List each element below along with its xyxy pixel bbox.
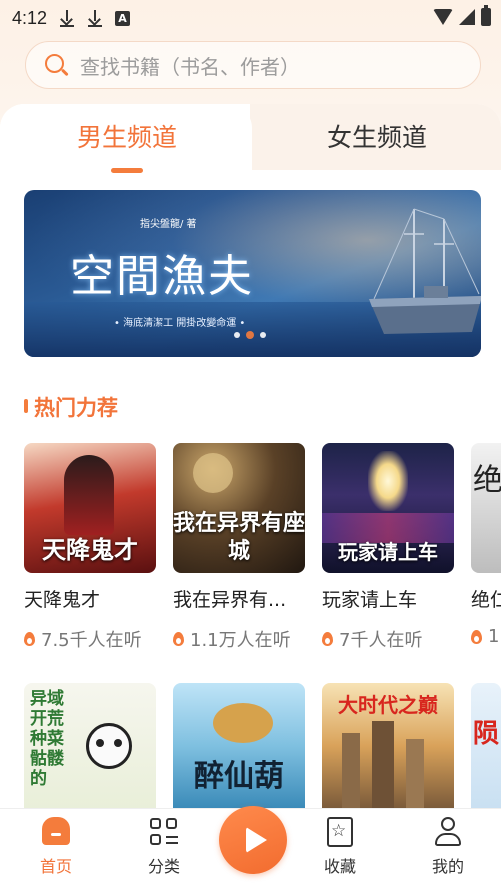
nav-item-category[interactable]: 分类 xyxy=(129,817,199,877)
book-listeners: 1.1万人在听 xyxy=(173,626,305,652)
play-icon xyxy=(246,827,267,853)
listener-count: 7千人在听 xyxy=(339,630,423,651)
battery-icon xyxy=(481,5,491,26)
nav-label: 我的 xyxy=(431,857,464,876)
banner-title: 空間漁夫 xyxy=(70,251,254,302)
nav-item-favorites[interactable]: 收藏 xyxy=(305,817,375,877)
signal-icon xyxy=(459,9,475,25)
cover-title: 异域开荒 种菜骷髅的 xyxy=(30,689,64,789)
book-cover[interactable]: 绝 xyxy=(471,443,501,573)
section-title: 热门力荐 xyxy=(34,396,118,420)
book-cover[interactable]: 大时代之巅 xyxy=(322,683,454,809)
cover-title: 天降鬼才 xyxy=(42,535,138,564)
book-cover[interactable]: 陨 xyxy=(471,683,501,809)
cover-title: 大时代之巅 xyxy=(338,693,438,717)
carousel-dot[interactable] xyxy=(260,332,266,338)
home-icon xyxy=(41,817,71,847)
book-cover[interactable]: 醉仙葫 xyxy=(173,683,305,809)
ship-illustration xyxy=(369,208,481,334)
tab-male-channel[interactable]: 男生频道 xyxy=(2,118,252,154)
book-card[interactable]: 天降鬼才 天降鬼才 7.5千人在听 xyxy=(24,443,156,652)
cover-title: 玩家请上车 xyxy=(338,540,438,564)
book-card[interactable]: 绝 绝仁 1 xyxy=(471,443,501,647)
listener-count: 1.1万人在听 xyxy=(190,630,291,651)
listener-count: 7.5千人在听 xyxy=(41,630,142,651)
book-listeners: 7.5千人在听 xyxy=(24,626,156,652)
flame-icon xyxy=(471,629,482,644)
nav-label: 收藏 xyxy=(323,857,356,876)
nav-label: 首页 xyxy=(39,857,72,876)
cover-title: 我在异界有座城 xyxy=(173,510,305,564)
book-cover[interactable]: 我在异界有座城 xyxy=(173,443,305,573)
nav-label: 分类 xyxy=(147,857,180,876)
carousel-dots xyxy=(234,331,266,339)
book-cover[interactable]: 玩家请上车 xyxy=(322,443,454,573)
search-input[interactable]: 查找书籍（书名、作者） xyxy=(25,41,481,89)
status-bar: 4:12 A xyxy=(0,0,501,36)
book-title: 我在异界有... xyxy=(173,589,287,611)
carousel-dot-active[interactable] xyxy=(246,331,254,339)
search-placeholder: 查找书籍（书名、作者） xyxy=(80,54,300,79)
cover-title: 绝 xyxy=(473,463,501,498)
banner-slogan: • 海底清潔工 開掛改變命運 • xyxy=(114,318,246,329)
banner-carousel[interactable]: 指尖盤龍/ 著 空間漁夫 • 海底清潔工 開掛改變命運 • xyxy=(24,190,481,357)
status-time: 4:12 xyxy=(12,7,48,28)
wifi-icon xyxy=(433,9,453,25)
search-icon xyxy=(44,53,69,77)
category-icon xyxy=(149,817,179,847)
book-title: 绝仁 xyxy=(471,589,501,611)
flame-icon xyxy=(173,632,184,646)
nav-item-profile[interactable]: 我的 xyxy=(413,817,483,877)
book-listeners: 7千人在听 xyxy=(322,626,454,652)
flame-icon xyxy=(322,632,333,646)
book-listeners: 1 xyxy=(471,626,501,647)
profile-icon xyxy=(433,817,463,847)
flame-icon xyxy=(24,632,35,646)
download-icon xyxy=(59,8,75,28)
play-button[interactable] xyxy=(219,806,287,874)
book-card[interactable]: 我在异界有座城 我在异界有... 1.1万人在听 xyxy=(173,443,305,652)
tab-female-channel[interactable]: 女生频道 xyxy=(252,118,501,154)
book-card[interactable]: 玩家请上车 玩家请上车 7千人在听 xyxy=(322,443,454,652)
book-cover[interactable]: 天降鬼才 xyxy=(24,443,156,573)
nav-item-home[interactable]: 首页 xyxy=(21,817,91,877)
section-marker xyxy=(24,399,28,413)
favorite-icon xyxy=(327,817,353,847)
cover-title: 醉仙葫 xyxy=(194,759,284,794)
carousel-dot[interactable] xyxy=(234,332,240,338)
banner-author: 指尖盤龍/ 著 xyxy=(140,219,197,230)
cover-title: 陨 xyxy=(473,719,500,749)
a-app-icon: A xyxy=(115,10,131,26)
download-icon xyxy=(87,8,103,28)
book-cover[interactable]: 异域开荒 种菜骷髅的 xyxy=(24,683,156,809)
book-title: 玩家请上车 xyxy=(322,589,418,611)
tab-indicator xyxy=(111,168,143,173)
listener-count: 1 xyxy=(488,626,500,647)
book-title: 天降鬼才 xyxy=(24,589,101,611)
